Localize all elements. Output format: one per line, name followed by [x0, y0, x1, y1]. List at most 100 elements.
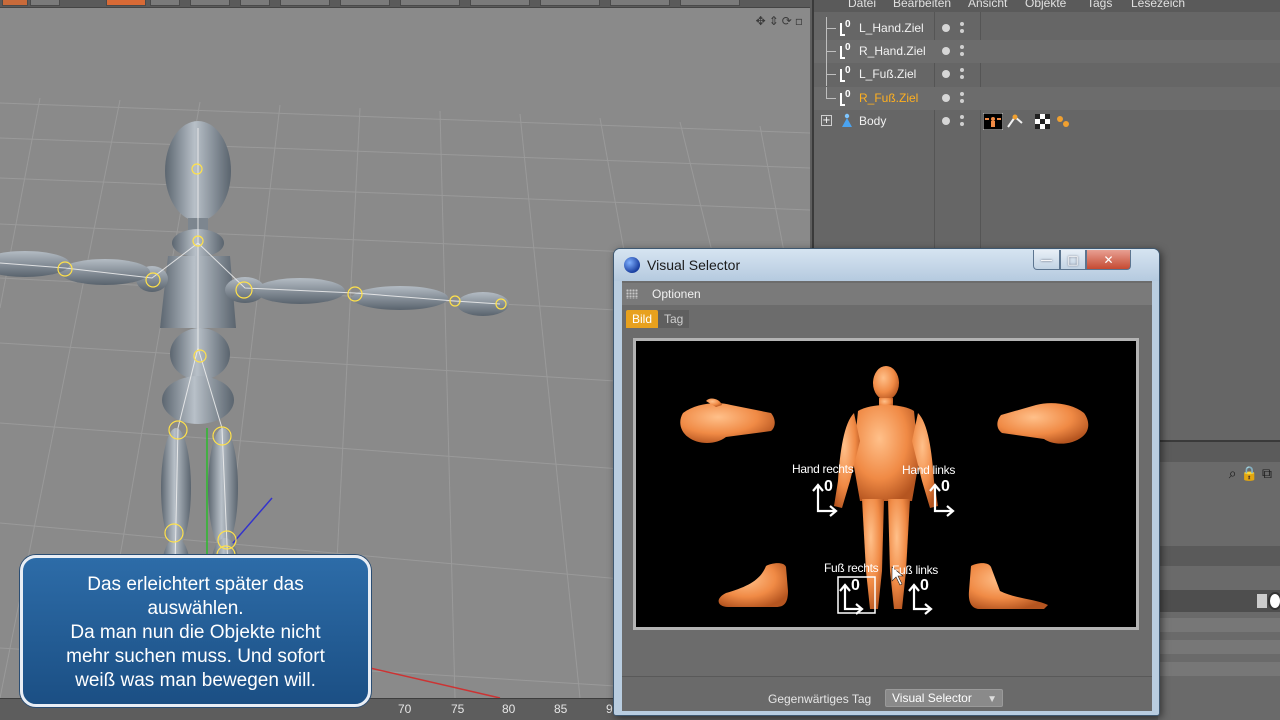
selector-image[interactable]: Hand rechts Hand links Fuß rechts Fuß li… — [633, 338, 1139, 630]
field-arrow-button[interactable] — [1257, 594, 1267, 608]
tab-tag[interactable]: Tag — [658, 310, 690, 328]
toolbar-button[interactable] — [470, 0, 530, 6]
toolbar-button[interactable] — [30, 0, 60, 6]
toolbar-button[interactable] — [680, 0, 740, 6]
tab-bild[interactable]: Bild — [626, 310, 659, 328]
render-dots[interactable] — [960, 115, 964, 127]
attribute-row[interactable] — [1158, 618, 1280, 632]
menu-objekte[interactable]: Objekte — [1025, 0, 1066, 10]
menu-tags[interactable]: Tags — [1087, 0, 1112, 10]
object-name: R_Hand.Ziel — [859, 44, 926, 58]
mannequin-figure[interactable] — [0, 121, 509, 598]
ruler-tick: 75 — [451, 702, 465, 716]
visual-selector-tag-icon[interactable] — [983, 113, 1003, 130]
close-icon: ✕ — [1103, 253, 1114, 267]
hotspot-foot-right-marker[interactable]: 0 — [851, 577, 860, 595]
caption-line: Das erleichtert später das — [87, 574, 304, 595]
render-dots[interactable] — [960, 45, 964, 57]
status-circle-icon[interactable] — [1268, 592, 1280, 610]
render-dots[interactable] — [960, 92, 964, 104]
attribute-toolbar-icons[interactable]: ⌕🔒⧉ — [1229, 466, 1276, 482]
attribute-section-bar — [1158, 546, 1280, 566]
minimize-button[interactable]: — — [1033, 250, 1060, 270]
move-view-icon[interactable]: ✥ — [756, 14, 769, 28]
caption-line: auswählen. — [147, 598, 244, 619]
toolbar-button[interactable] — [610, 0, 670, 6]
expand-icon[interactable]: + — [821, 115, 832, 126]
object-row-r-fuss-ziel[interactable]: 0 R_Fuß.Ziel — [814, 87, 1280, 110]
object-name: Body — [859, 114, 887, 128]
material-tag-icon[interactable] — [1055, 113, 1072, 130]
close-button[interactable]: ✕ — [1086, 250, 1131, 270]
hotspot-hand-right-marker[interactable]: 0 — [824, 478, 833, 496]
menu-optionen[interactable]: Optionen — [652, 287, 701, 301]
window-content: Optionen Bild Tag Hand rechts Hand links… — [622, 281, 1152, 711]
maximize-view-icon[interactable]: ▫ — [795, 14, 806, 28]
visibility-dot[interactable] — [942, 24, 950, 32]
menu-bearbeiten[interactable]: Bearbeiten — [893, 0, 951, 10]
texture-tag-icon[interactable] — [1034, 113, 1051, 130]
rotate-view-icon[interactable]: ⟳ — [782, 14, 795, 28]
object-name: L_Fuß.Ziel — [859, 67, 917, 81]
caption-line: mehr suchen muss. Und sofort — [66, 646, 325, 667]
hotspot-foot-left-label[interactable]: Fuß links — [892, 563, 938, 577]
visibility-dot[interactable] — [942, 117, 950, 125]
toolbar-button[interactable] — [280, 0, 330, 6]
ruler-tick: 70 — [398, 702, 412, 716]
null-object-icon: 0 — [840, 19, 854, 36]
menu-lesezeichen[interactable]: Lesezeich — [1131, 0, 1185, 10]
window-footer: Gegenwärtiges Tag Visual Selector ▼ — [622, 676, 1152, 711]
current-tag-label: Gegenwärtiges Tag — [768, 692, 872, 706]
right-foot-image — [718, 563, 788, 607]
object-name: L_Hand.Ziel — [859, 21, 924, 35]
hotspot-foot-right-label[interactable]: Fuß rechts — [824, 561, 879, 575]
current-tag-dropdown[interactable]: Visual Selector ▼ — [885, 689, 1003, 707]
maximize-button[interactable]: □ — [1060, 250, 1086, 270]
ruler-tick: 9 — [606, 702, 613, 716]
window-titlebar[interactable]: Visual Selector — □ ✕ — [614, 249, 1159, 281]
object-row-r-hand-ziel[interactable]: 0 R_Hand.Ziel — [814, 40, 1280, 63]
hotspot-foot-left-marker[interactable]: 0 — [920, 577, 929, 595]
attribute-row[interactable] — [1158, 640, 1280, 654]
toolbar-button[interactable] — [150, 0, 180, 6]
visibility-dot[interactable] — [942, 70, 950, 78]
null-object-icon: 0 — [840, 89, 854, 106]
ruler-tick: 80 — [502, 702, 516, 716]
toolbar-button[interactable] — [106, 0, 146, 6]
grip-icon[interactable] — [626, 289, 638, 299]
app-window: { "object_manager": { "menu": ["Datei", … — [0, 0, 1280, 720]
lock-icon[interactable]: 🔒 — [1241, 466, 1262, 482]
object-name-selected: R_Fuß.Ziel — [859, 91, 919, 105]
caption-line: weiß was man bewegen will. — [75, 670, 316, 691]
hotspot-hand-left-label[interactable]: Hand links — [902, 463, 955, 477]
toolbar-button[interactable] — [240, 0, 270, 6]
object-row-body[interactable]: + Body — [814, 110, 1280, 133]
menu-ansicht[interactable]: Ansicht — [968, 0, 1007, 10]
toolbar-button[interactable] — [400, 0, 460, 6]
toolbar-button[interactable] — [190, 0, 230, 6]
visibility-dot[interactable] — [942, 47, 950, 55]
ik-tag-icon[interactable] — [1007, 113, 1024, 130]
cinema4d-logo-icon — [624, 257, 640, 273]
toolbar-button[interactable] — [540, 0, 600, 6]
render-dots[interactable] — [960, 22, 964, 34]
object-row-l-fuss-ziel[interactable]: 0 L_Fuß.Ziel — [814, 63, 1280, 86]
window-title: Visual Selector — [647, 257, 741, 273]
visual-selector-window: Visual Selector — □ ✕ Optionen Bild Tag — [613, 248, 1160, 716]
left-foot-image — [968, 563, 1048, 609]
object-row-l-hand-ziel[interactable]: 0 L_Hand.Ziel — [814, 17, 1280, 40]
dolly-view-icon[interactable]: ⇕ — [769, 14, 782, 28]
search-icon[interactable]: ⌕ — [1229, 466, 1241, 482]
toolbar-button[interactable] — [2, 0, 28, 6]
hotspot-hand-right-label[interactable]: Hand rechts — [792, 462, 854, 476]
render-dots[interactable] — [960, 68, 964, 80]
hotspot-hand-left-marker[interactable]: 0 — [941, 478, 950, 496]
viewport-nav-icons[interactable]: ✥⇕⟳▫ — [756, 14, 806, 28]
toolbar-button[interactable] — [340, 0, 390, 6]
menu-datei[interactable]: Datei — [848, 0, 876, 10]
new-panel-icon[interactable]: ⧉ — [1262, 466, 1276, 482]
tutorial-caption: Das erleichtert später das auswählen. Da… — [20, 555, 371, 707]
current-tag-value: Visual Selector — [892, 691, 972, 705]
visibility-dot[interactable] — [942, 94, 950, 102]
attribute-row[interactable] — [1158, 662, 1280, 676]
